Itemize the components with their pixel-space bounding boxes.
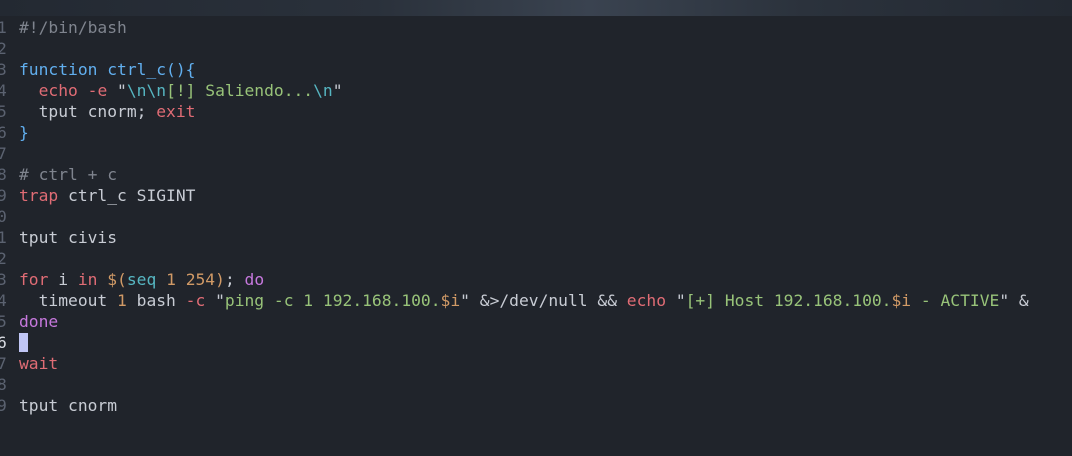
code-token: \n [313, 81, 333, 100]
code-token: ) [215, 270, 225, 289]
code-token: trap [19, 186, 59, 205]
line-text [19, 332, 28, 353]
line-text: # ctrl + c [19, 164, 117, 185]
code-token: ctrl_c SIGINT [58, 186, 196, 205]
code-token: for [19, 270, 49, 289]
line-text: tput cnorm; exit [19, 101, 196, 122]
line-text: echo -e "\n\n[!] Saliendo...\n" [19, 80, 343, 101]
code-token: 1 254 [156, 270, 216, 289]
line-number: 2 [0, 249, 7, 268]
code-token: in [77, 270, 98, 289]
code-token: do [244, 270, 265, 289]
text-cursor [19, 333, 28, 352]
line-number: 5 [0, 312, 7, 331]
line-number: 7 [0, 354, 7, 373]
line-text: done [19, 311, 58, 332]
line-number: 6 [0, 123, 7, 142]
line-number: 8 [0, 375, 7, 394]
code-token: " [205, 291, 225, 310]
code-token: [!] Saliendo... [166, 81, 314, 100]
code-token: done [19, 312, 59, 331]
code-token: $i [440, 291, 461, 310]
line-number: 3 [0, 60, 7, 79]
code-token: #!/bin/bash [19, 18, 127, 37]
line-number: 0 [0, 207, 7, 226]
line-text: trap ctrl_c SIGINT [19, 185, 195, 206]
line-number: 1 [0, 228, 7, 247]
code-token: -c [185, 291, 206, 310]
line-number: 7 [0, 144, 7, 163]
line-number: 4 [0, 291, 7, 310]
code-token: -e [87, 81, 108, 100]
code-token: } [19, 123, 29, 142]
code-token: tput cnorm [19, 396, 118, 415]
code-token: function ctrl_c(){ [19, 60, 196, 79]
code-token: tput cnorm; [19, 102, 157, 121]
code-token: ping -c 1 192.168.100. [224, 291, 441, 310]
line-number: 1 [0, 18, 7, 37]
line-text: tput civis [19, 227, 117, 248]
code-token: " [332, 81, 343, 100]
code-token: - ACTIVE [911, 291, 1000, 310]
line-number: 5 [0, 102, 7, 121]
line-number: 6 [0, 333, 7, 352]
code-token: # ctrl + c [19, 165, 118, 184]
line-text: } [19, 122, 29, 143]
line-text: tput cnorm [19, 395, 117, 416]
code-token: bash [126, 291, 186, 310]
code-token: " &>/dev/null && [460, 291, 627, 310]
line-number: 4 [0, 81, 7, 100]
code-token: echo [626, 291, 667, 310]
code-token: " [107, 81, 127, 100]
window-top-bar [0, 0, 1072, 16]
line-number: 2 [0, 39, 7, 58]
line-number: 3 [0, 270, 7, 289]
line-number: 8 [0, 165, 7, 184]
code-token: \n\n [126, 81, 167, 100]
line-text: for i in $(seq 1 254); do [19, 269, 264, 290]
code-token: $( [97, 270, 127, 289]
line-text: timeout 1 bash -c "ping -c 1 192.168.100… [19, 290, 1029, 311]
code-token: ; [224, 270, 245, 289]
code-token: timeout [19, 291, 118, 310]
code-token: " & [999, 291, 1029, 310]
line-text: wait [19, 353, 58, 374]
code-token: [+] Host 192.168.100. [685, 291, 892, 310]
code-token: 1 [117, 291, 127, 310]
line-text: function ctrl_c(){ [19, 59, 195, 80]
code-token: i [48, 270, 78, 289]
code-token: " [666, 291, 686, 310]
code-token: wait [19, 354, 59, 373]
code-token: tput civis [19, 228, 118, 247]
code-token: seq [126, 270, 157, 289]
code-token: $i [891, 291, 912, 310]
line-number: 9 [0, 396, 7, 415]
line-number: 9 [0, 186, 7, 205]
code-token: echo [38, 81, 78, 100]
line-text: #!/bin/bash [19, 17, 127, 38]
code-editor[interactable]: 1 #!/bin/bash 2 3 function ctrl_c(){ 4 echo -… [0, 0, 1072, 456]
code-token: exit [156, 102, 196, 121]
